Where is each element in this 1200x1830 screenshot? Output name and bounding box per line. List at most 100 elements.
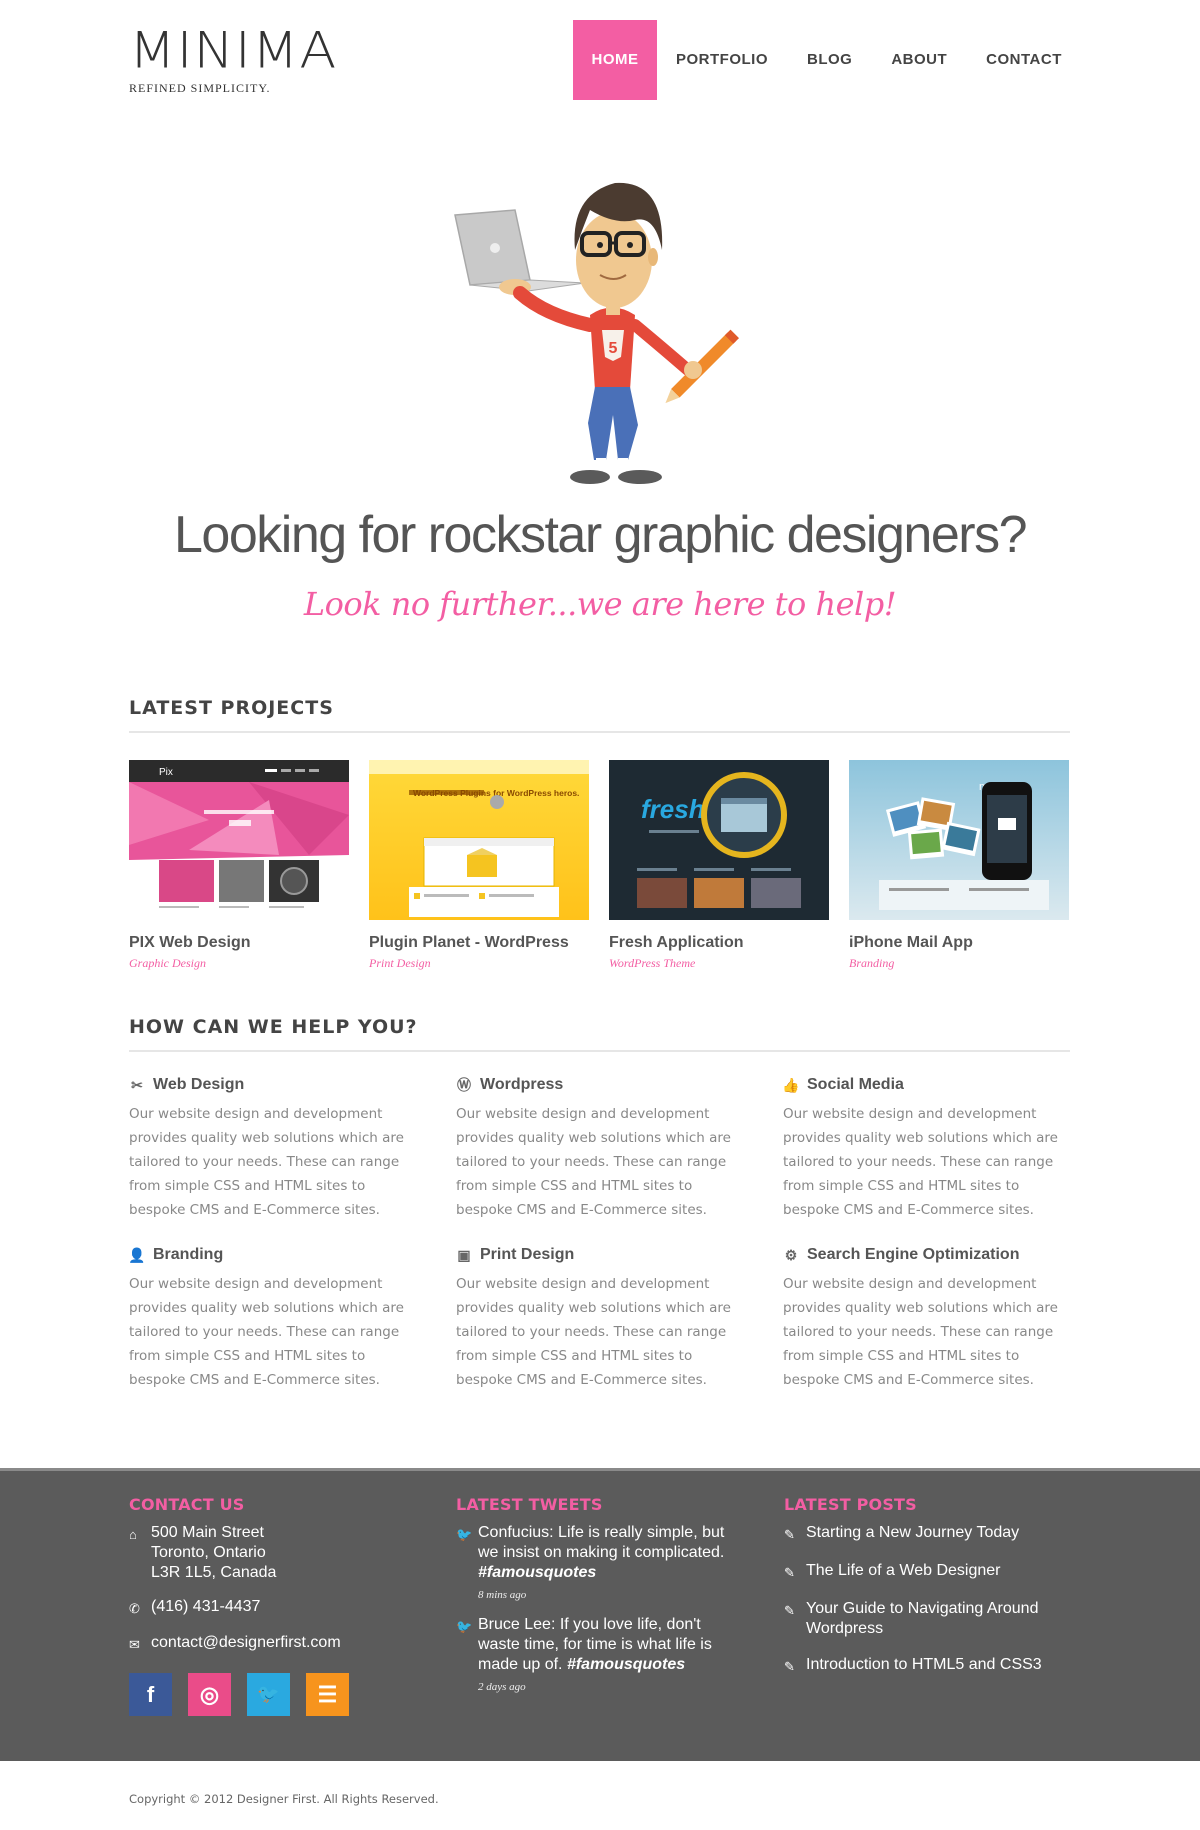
pencil-icon: ✎ xyxy=(784,1565,795,1580)
projects-grid: Pix PIX Web Design Graphic Design WordPr… xyxy=(129,760,1070,975)
footer-tweets-heading: LATEST TWEETS xyxy=(456,1495,603,1514)
footer-posts-heading: LATEST POSTS xyxy=(784,1495,917,1514)
thumb-logo: fresh xyxy=(641,794,705,824)
facebook-icon[interactable]: f xyxy=(129,1673,172,1716)
phone-icon: ✆ xyxy=(129,1601,140,1616)
project-card[interactable]: mailapp iPhone Mail App Branding xyxy=(849,760,1069,971)
post-link[interactable]: Introduction to HTML5 and CSS3 xyxy=(806,1655,1042,1677)
service-item: ⚙ Search Engine Optimization Our website … xyxy=(783,1244,1073,1392)
service-description: Our website design and development provi… xyxy=(783,1276,1058,1388)
project-title[interactable]: Plugin Planet - WordPress xyxy=(369,934,589,952)
project-category[interactable]: WordPress Theme xyxy=(609,956,829,971)
site-header: MINIMA REFINED SIMPLICITY. HOME PORTFOLI… xyxy=(0,0,1200,120)
services-grid: ✂ Web Design Our website design and devel… xyxy=(128,1074,1073,1394)
projects-heading: LATEST PROJECTS xyxy=(129,697,1070,733)
post-item[interactable]: ✎ Your Guide to Navigating Around Wordpr… xyxy=(784,1599,1074,1639)
project-title[interactable]: Fresh Application xyxy=(609,934,829,952)
footer-tweets: LATEST TWEETS 🐦 Confucius: Life is reall… xyxy=(456,1495,746,1697)
phone-number[interactable]: (416) 431-4437 xyxy=(151,1597,260,1619)
service-title: Social Media xyxy=(807,1076,904,1093)
service-title: Wordpress xyxy=(480,1076,564,1093)
project-title[interactable]: PIX Web Design xyxy=(129,934,349,952)
svg-text:5: 5 xyxy=(609,340,618,357)
mail-icon: ✉ xyxy=(129,1637,140,1652)
post-link[interactable]: Starting a New Journey Today xyxy=(806,1523,1019,1545)
gears-icon: ⚙ xyxy=(784,1246,798,1263)
logo-tagline: REFINED SIMPLICITY. xyxy=(129,81,271,95)
service-title: Search Engine Optimization xyxy=(807,1246,1020,1263)
tweet-time: 8 mins ago xyxy=(478,1589,527,1601)
dribbble-icon[interactable]: ◎ xyxy=(188,1673,231,1716)
address-line: Toronto, Ontario xyxy=(151,1544,266,1561)
project-thumbnail[interactable]: mailapp xyxy=(849,760,1069,920)
project-card[interactable]: Pix PIX Web Design Graphic Design xyxy=(129,760,349,971)
service-item: ▣ Print Design Our website design and dev… xyxy=(456,1244,746,1392)
project-thumbnail[interactable]: WordPress Plugins for WordPress heros. xyxy=(369,760,589,920)
project-card[interactable]: WordPress Plugins for WordPress heros. P… xyxy=(369,760,589,971)
nav-portfolio[interactable]: PORTFOLIO xyxy=(676,20,768,100)
project-thumbnail[interactable]: fresh xyxy=(609,760,829,920)
logo-wordmark: MINIMA xyxy=(129,21,338,80)
post-item[interactable]: ✎ Introduction to HTML5 and CSS3 xyxy=(784,1655,1074,1677)
project-card[interactable]: fresh Fresh Application WordPress Theme xyxy=(609,760,829,971)
nav-about[interactable]: ABOUT xyxy=(891,20,947,100)
email-link[interactable]: contact@designerfirst.com xyxy=(151,1633,341,1655)
project-category[interactable]: Branding xyxy=(849,956,1069,971)
post-item[interactable]: ✎ Starting a New Journey Today xyxy=(784,1523,1074,1545)
service-title: Branding xyxy=(153,1246,224,1263)
thumbs-up-icon: 👍 xyxy=(782,1076,800,1093)
home-icon: ⌂ xyxy=(129,1527,137,1542)
service-item: 👍 Social Media Our website design and dev… xyxy=(782,1074,1073,1222)
service-description: Our website design and development provi… xyxy=(456,1276,731,1388)
post-link[interactable]: Your Guide to Navigating Around Wordpres… xyxy=(806,1599,1056,1639)
tweet-hashtag[interactable]: #famousquotes xyxy=(567,1656,685,1673)
twitter-bird-icon: 🐦 xyxy=(456,1527,473,1542)
site-logo[interactable]: MINIMA REFINED SIMPLICITY. xyxy=(129,26,337,96)
service-description: Our website design and development provi… xyxy=(783,1106,1058,1218)
rss-icon[interactable]: ☰ xyxy=(306,1673,349,1716)
main-nav: HOME PORTFOLIO BLOG ABOUT CONTACT xyxy=(573,20,1062,100)
user-icon: 👤 xyxy=(128,1246,146,1263)
project-thumbnail[interactable]: Pix xyxy=(129,760,349,920)
tweet-item: 🐦 Bruce Lee: If you love life, don't was… xyxy=(456,1615,746,1697)
address-line: 500 Main Street xyxy=(151,1524,264,1541)
pencil-icon: ✎ xyxy=(784,1527,795,1542)
tweet-text: Confucius: Life is really simple, but we… xyxy=(478,1524,725,1561)
service-item: ✂ Web Design Our website design and devel… xyxy=(129,1074,419,1222)
address-block: ⌂ 500 Main Street Toronto, Ontario L3R 1… xyxy=(129,1523,419,1583)
service-title: Web Design xyxy=(153,1076,245,1093)
service-item: Ⓦ Wordpress Our website design and develo… xyxy=(456,1074,746,1222)
tweet-time: 2 days ago xyxy=(478,1681,526,1693)
tweet-hashtag[interactable]: #famousquotes xyxy=(478,1564,596,1581)
hero-subtitle: Look no further...we are here to help! xyxy=(303,585,897,623)
twitter-icon[interactable]: 🐦 xyxy=(247,1673,290,1716)
laptop-illustration xyxy=(454,209,586,292)
site-footer: CONTACT US ⌂ 500 Main Street Toronto, On… xyxy=(0,1468,1200,1761)
project-title[interactable]: iPhone Mail App xyxy=(849,934,1069,952)
project-category[interactable]: Graphic Design xyxy=(129,956,349,971)
phone-row: ✆ (416) 431-4437 xyxy=(129,1597,419,1619)
service-description: Our website design and development provi… xyxy=(456,1106,731,1218)
service-title: Print Design xyxy=(480,1246,575,1263)
nav-blog[interactable]: BLOG xyxy=(807,20,852,100)
copyright-text: Copyright © 2012 Designer First. All Rig… xyxy=(129,1792,439,1806)
hero-illustration: 5 xyxy=(454,182,739,484)
social-links: f ◎ 🐦 ☰ xyxy=(129,1673,419,1716)
post-item[interactable]: ✎ The Life of a Web Designer xyxy=(784,1561,1074,1583)
address-line: L3R 1L5, Canada xyxy=(151,1564,277,1581)
pencil-icon: ✎ xyxy=(784,1659,795,1674)
service-item: 👤 Branding Our website design and develop… xyxy=(128,1244,419,1392)
service-description: Our website design and development provi… xyxy=(129,1106,404,1218)
pencil-icon: ✎ xyxy=(784,1603,795,1618)
tweet-item: 🐦 Confucius: Life is really simple, but … xyxy=(456,1523,746,1605)
footer-posts: LATEST POSTS ✎ Starting a New Journey To… xyxy=(784,1495,1074,1677)
email-row: ✉ contact@designerfirst.com xyxy=(129,1633,419,1655)
post-link[interactable]: The Life of a Web Designer xyxy=(806,1561,1000,1583)
thumb-logo: Pix xyxy=(159,767,173,778)
footer-contact-heading: CONTACT US xyxy=(129,1495,245,1514)
service-description: Our website design and development provi… xyxy=(129,1276,404,1388)
nav-contact[interactable]: CONTACT xyxy=(986,20,1062,100)
project-category[interactable]: Print Design xyxy=(369,956,589,971)
nav-home[interactable]: HOME xyxy=(573,20,657,100)
twitter-bird-icon: 🐦 xyxy=(456,1619,473,1634)
